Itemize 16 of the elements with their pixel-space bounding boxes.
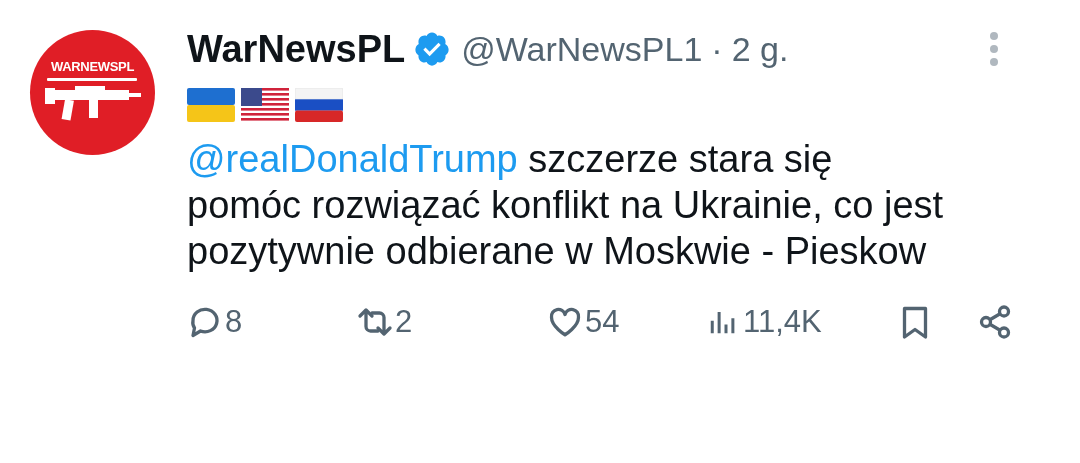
share-icon — [977, 304, 1013, 340]
repost-button[interactable]: 2 — [357, 304, 547, 340]
separator-dot: · — [711, 29, 723, 69]
reply-button[interactable]: 8 — [187, 304, 357, 340]
like-button[interactable]: 54 — [547, 304, 707, 340]
share-button[interactable] — [977, 304, 1013, 340]
avatar[interactable]: WARNEWSPL — [30, 30, 155, 155]
views-button[interactable]: 11,4K — [707, 304, 897, 340]
post-time[interactable]: 2 g. — [731, 29, 789, 69]
post-text: @realDonaldTrump szczerze stara się pomóc rozwiązać konflikt na Ukrainie, co jest pozytywnie odbierane w Moskwie - Pieskow — [187, 137, 945, 274]
logo-text: WARNEWSPL — [50, 59, 135, 74]
author-name[interactable]: WarNewsPL — [187, 27, 406, 71]
flag-icon — [295, 88, 343, 122]
flag-icon — [187, 88, 235, 122]
author-handle: @WarNewsPL1 — [461, 29, 703, 69]
flag-icon — [241, 88, 289, 122]
